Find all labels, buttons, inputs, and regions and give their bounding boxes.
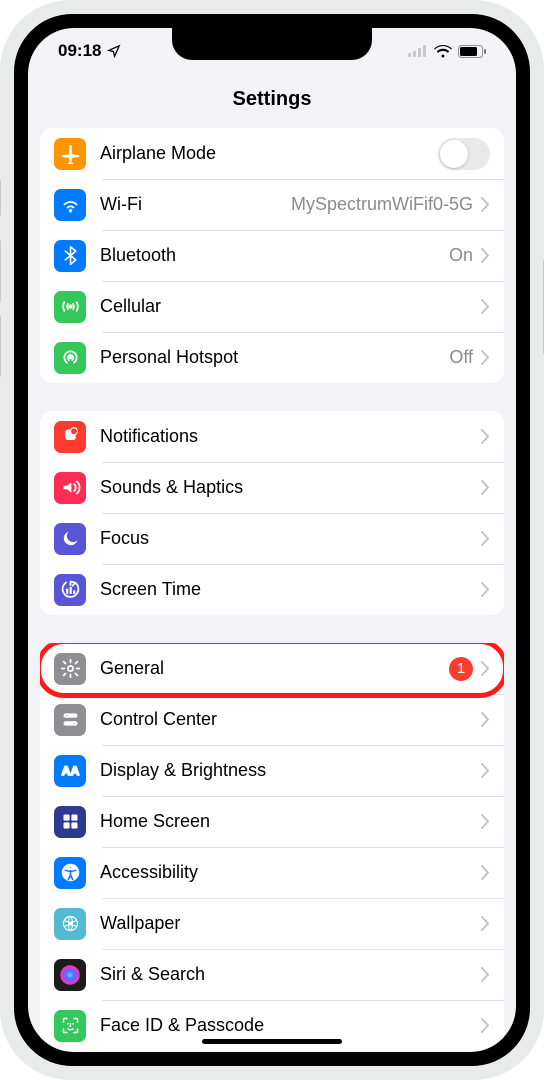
settings-row-accessibility[interactable]: Accessibility — [40, 847, 504, 898]
wifi-icon — [54, 189, 86, 221]
row-label: Airplane Mode — [100, 143, 438, 164]
sounds-icon — [54, 472, 86, 504]
row-label: Display & Brightness — [100, 760, 481, 781]
svg-text:AA: AA — [61, 764, 79, 778]
chevron-right-icon — [481, 582, 490, 597]
settings-row-sounds[interactable]: Sounds & Haptics — [40, 462, 504, 513]
hotspot-icon — [54, 342, 86, 374]
row-label: General — [100, 658, 449, 679]
controlcenter-icon — [54, 704, 86, 736]
settings-row-controlcenter[interactable]: Control Center — [40, 694, 504, 745]
row-label: Home Screen — [100, 811, 481, 832]
settings-row-focus[interactable]: Focus — [40, 513, 504, 564]
focus-icon — [54, 523, 86, 555]
settings-group: Airplane ModeWi-FiMySpectrumWiFif0-5GBlu… — [40, 128, 504, 383]
settings-row-screentime[interactable]: Screen Time — [40, 564, 504, 615]
notifications-icon — [54, 421, 86, 453]
chevron-right-icon — [481, 429, 490, 444]
row-label: Wi-Fi — [100, 194, 291, 215]
bluetooth-icon — [54, 240, 86, 272]
status-time: 09:18 — [58, 41, 101, 61]
chevron-right-icon — [481, 248, 490, 263]
battery-icon — [458, 45, 486, 58]
phone-frame: 09:18 Settings Airplane ModeWi-FiMySpect… — [0, 0, 544, 1080]
settings-list[interactable]: Airplane ModeWi-FiMySpectrumWiFif0-5GBlu… — [28, 128, 516, 1052]
chevron-right-icon — [481, 661, 490, 676]
settings-row-bluetooth[interactable]: BluetoothOn — [40, 230, 504, 281]
row-label: Personal Hotspot — [100, 347, 449, 368]
row-value: MySpectrumWiFif0-5G — [291, 194, 473, 215]
row-label: Cellular — [100, 296, 481, 317]
general-icon — [54, 653, 86, 685]
row-label: Notifications — [100, 426, 481, 447]
accessibility-icon — [54, 857, 86, 889]
faceid-icon — [54, 1010, 86, 1042]
chevron-right-icon — [481, 712, 490, 727]
chevron-right-icon — [481, 299, 490, 314]
row-value: On — [449, 245, 473, 266]
row-label: Siri & Search — [100, 964, 481, 985]
row-label: Bluetooth — [100, 245, 449, 266]
location-icon — [107, 44, 121, 58]
row-label: Face ID & Passcode — [100, 1015, 481, 1036]
settings-group: Notifications Sounds & Haptics Focus Screen… — [40, 411, 504, 615]
wifi-status-icon — [434, 45, 452, 58]
home-indicator[interactable] — [202, 1039, 342, 1044]
settings-row-homescreen[interactable]: Home Screen — [40, 796, 504, 847]
settings-row-hotspot[interactable]: Personal HotspotOff — [40, 332, 504, 383]
device-notch — [172, 28, 372, 60]
cell-signal-icon — [408, 45, 428, 57]
display-icon: AA — [54, 755, 86, 787]
settings-row-general[interactable]: General1 — [40, 643, 504, 694]
cellular-icon — [54, 291, 86, 323]
airplane-icon — [54, 138, 86, 170]
row-label: Focus — [100, 528, 481, 549]
row-label: Sounds & Haptics — [100, 477, 481, 498]
settings-row-airplane[interactable]: Airplane Mode — [40, 128, 504, 179]
settings-group: General1 Control Center AA Display & Bright… — [40, 643, 504, 1051]
chevron-right-icon — [481, 814, 490, 829]
wallpaper-icon — [54, 908, 86, 940]
chevron-right-icon — [481, 865, 490, 880]
row-value: Off — [449, 347, 473, 368]
settings-row-display[interactable]: AA Display & Brightness — [40, 745, 504, 796]
chevron-right-icon — [481, 1018, 490, 1033]
chevron-right-icon — [481, 350, 490, 365]
settings-row-wallpaper[interactable]: Wallpaper — [40, 898, 504, 949]
notification-badge: 1 — [449, 657, 473, 681]
siri-icon — [54, 959, 86, 991]
toggle-switch[interactable] — [438, 138, 490, 170]
settings-row-siri[interactable]: Siri & Search — [40, 949, 504, 1000]
chevron-right-icon — [481, 480, 490, 495]
row-label: Accessibility — [100, 862, 481, 883]
screentime-icon — [54, 574, 86, 606]
chevron-right-icon — [481, 763, 490, 778]
chevron-right-icon — [481, 531, 490, 546]
row-label: Wallpaper — [100, 913, 481, 934]
settings-row-wifi[interactable]: Wi-FiMySpectrumWiFif0-5G — [40, 179, 504, 230]
row-label: Control Center — [100, 709, 481, 730]
chevron-right-icon — [481, 967, 490, 982]
chevron-right-icon — [481, 916, 490, 931]
chevron-right-icon — [481, 197, 490, 212]
settings-row-notifications[interactable]: Notifications — [40, 411, 504, 462]
homescreen-icon — [54, 806, 86, 838]
row-label: Screen Time — [100, 579, 481, 600]
settings-row-cellular[interactable]: Cellular — [40, 281, 504, 332]
